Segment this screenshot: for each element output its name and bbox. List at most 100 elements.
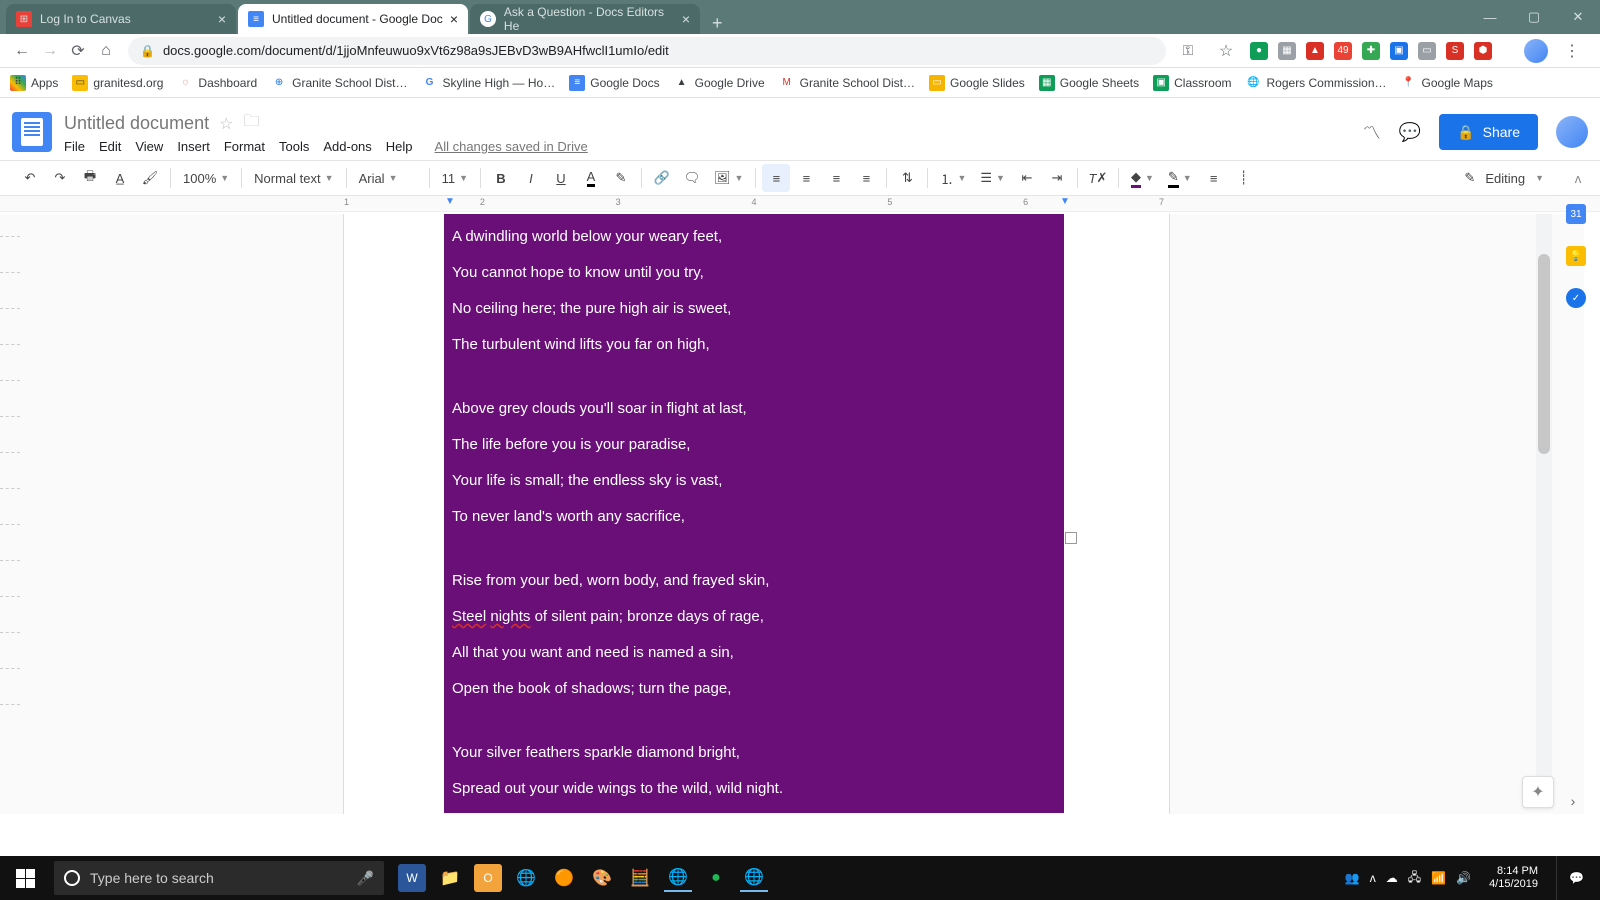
docs-logo-icon[interactable] [12,112,52,152]
menu-addons[interactable]: Add-ons [323,139,371,154]
extension-icon[interactable]: ▣ [1390,42,1408,60]
move-folder-icon[interactable]: 🗀 [243,110,259,137]
image-button[interactable]: 🖼▼ [708,170,749,186]
share-button[interactable]: 🔒 Share [1439,114,1538,150]
minimize-button[interactable]: ― [1468,0,1512,34]
highlight-button[interactable]: ✎ [607,164,635,192]
extension-icon[interactable]: 49 [1334,42,1352,60]
wifi-icon[interactable]: 📶 [1431,871,1446,885]
close-icon[interactable]: × [682,11,690,27]
mode-select[interactable]: Editing [1485,171,1525,186]
chrome-active-icon[interactable]: 🌐 [664,864,692,892]
outlook-icon[interactable]: O [474,864,502,892]
bookmark-slides[interactable]: ▭Google Slides [929,75,1025,91]
align-justify-button[interactable]: ≡ [852,164,880,192]
extension-icon[interactable]: ▲ [1306,42,1324,60]
redo-button[interactable]: ↷ [46,164,74,192]
bold-button[interactable]: B [487,164,515,192]
underline-button[interactable]: U [547,164,575,192]
italic-button[interactable]: I [517,164,545,192]
vertical-scrollbar[interactable] [1536,214,1552,804]
start-button[interactable] [0,856,50,900]
people-icon[interactable]: 👥 [1345,871,1360,885]
network-icon[interactable]: 🖧 [1408,868,1421,889]
tab-canvas[interactable]: ⊞ Log In to Canvas × [6,4,236,34]
notifications-button[interactable]: 💬 [1556,856,1596,900]
home-button[interactable]: ⌂ [92,37,120,65]
bookmark-maps[interactable]: 📍Google Maps [1401,75,1493,91]
document-title[interactable]: Untitled document [64,113,209,134]
new-tab-button[interactable]: + [702,13,733,34]
close-icon[interactable]: × [450,11,458,27]
bookmark-google-drive[interactable]: ▲Google Drive [674,75,765,91]
clear-format-button[interactable]: T✗ [1084,164,1112,192]
close-icon[interactable]: × [218,11,226,27]
calendar-icon[interactable]: 31 [1566,204,1586,224]
extension-icon[interactable]: ▭ [1418,42,1436,60]
comment-button[interactable]: 🗨 [678,164,706,192]
cell-content[interactable]: A dwindling world below your weary feet,… [444,214,1064,813]
print-button[interactable]: 🖶 [76,164,104,192]
menu-view[interactable]: View [135,139,163,154]
bookmark-dashboard[interactable]: ◌Dashboard [177,75,257,91]
right-indent-marker-icon[interactable]: ▼ [1060,196,1070,207]
tab-docs-help[interactable]: G Ask a Question - Docs Editors He × [470,4,700,34]
bookmark-apps[interactable]: ⠿Apps [10,75,58,91]
link-button[interactable]: 🔗 [648,164,676,192]
spotify-icon[interactable]: ● [702,864,730,892]
extension-icon[interactable]: ● [1250,42,1268,60]
star-icon[interactable]: ☆ [219,114,233,134]
key-icon[interactable]: ⚿ [1174,37,1202,65]
bulleted-list-button[interactable]: ☰▼ [974,170,1011,186]
volume-icon[interactable]: 🔊 [1456,871,1471,885]
font-size-select[interactable]: 11▼ [436,171,474,186]
table-handle-icon[interactable] [1065,532,1077,544]
zoom-select[interactable]: 100%▼ [177,171,235,186]
chrome-menu-button[interactable]: ⋮ [1558,37,1586,65]
extension-icon[interactable]: ⬢ [1474,42,1492,60]
spellcheck-button[interactable]: A̲ [106,164,134,192]
outdent-button[interactable]: ⇤ [1013,164,1041,192]
ruler[interactable]: 1 2 3 4 5 6 7 ▼ ▼ [0,196,1600,212]
menu-tools[interactable]: Tools [279,139,309,154]
maximize-button[interactable]: ▢ [1512,0,1556,34]
bookmark-gmail[interactable]: MGranite School Dist… [779,75,915,91]
scroll-right-button[interactable]: › [1560,788,1586,814]
calculator-icon[interactable]: 🧮 [626,864,654,892]
keep-icon[interactable]: 💡 [1566,246,1586,266]
profile-avatar[interactable] [1524,39,1548,63]
text-color-button[interactable]: A [577,164,605,192]
bookmark-granitesd[interactable]: ▭granitesd.org [72,75,163,91]
back-button[interactable]: ← [8,37,36,65]
align-left-button[interactable]: ≡ [762,164,790,192]
extension-icon[interactable]: S [1446,42,1464,60]
style-select[interactable]: Normal text▼ [248,171,339,186]
bookmark-classroom[interactable]: ▣Classroom [1153,75,1231,91]
align-right-button[interactable]: ≡ [822,164,850,192]
tab-google-doc[interactable]: ≡ Untitled document - Google Doc × [238,4,468,34]
indent-marker-icon[interactable]: ▼ [445,196,455,207]
bookmark-granite-school[interactable]: ⊕Granite School Dist… [271,75,407,91]
line-spacing-button[interactable]: ⇅ [893,164,921,192]
paint-format-button[interactable]: 🖌 [136,164,164,192]
account-avatar[interactable] [1556,116,1588,148]
bookmark-google-docs[interactable]: ≡Google Docs [569,75,659,91]
document-canvas[interactable]: A dwindling world below your weary feet,… [0,214,1584,814]
numbered-list-button[interactable]: ⒈▼ [934,169,972,188]
font-select[interactable]: Arial▼ [353,171,423,186]
star-icon[interactable]: ☆ [1212,37,1240,65]
tray-chevron-icon[interactable]: ʌ [1370,871,1376,885]
chrome-beta-icon[interactable]: 🌐 [740,864,768,892]
border-color-button[interactable]: ✎▼ [1162,169,1198,188]
collapse-toolbar-button[interactable]: ʌ [1566,166,1590,190]
align-center-button[interactable]: ≡ [792,164,820,192]
menu-help[interactable]: Help [386,139,413,154]
bookmark-skyline[interactable]: GSkyline High — Ho… [422,75,556,91]
windows-search-input[interactable]: Type here to search 🎤 [54,861,384,895]
page[interactable]: A dwindling world below your weary feet,… [344,214,1169,814]
canary-icon[interactable]: 🟠 [550,864,578,892]
word-icon[interactable]: W [398,864,426,892]
bookmark-rogers[interactable]: 🌐Rogers Commission… [1246,75,1387,91]
chrome-icon[interactable]: 🌐 [512,864,540,892]
forward-button[interactable]: → [36,37,64,65]
